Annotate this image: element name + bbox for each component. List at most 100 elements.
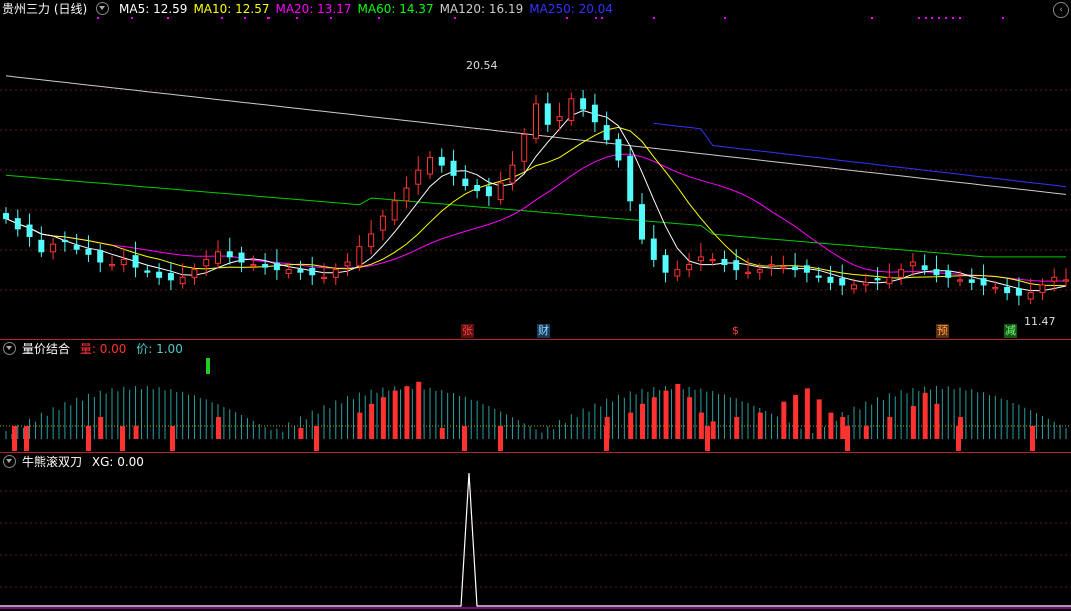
volume-bar [863, 425, 869, 439]
candle-body [851, 284, 857, 290]
ma10-line [5, 126, 1067, 287]
candle-body [285, 269, 292, 274]
candle-body [321, 276, 327, 280]
candle-body [179, 276, 186, 285]
ma-legend-item: MA10: 12.57 [193, 2, 270, 16]
candle-body [992, 287, 999, 290]
candle-body [132, 255, 139, 268]
volume-bar-neg [86, 426, 91, 451]
indicator-panel[interactable]: 牛熊滚双刀 XG: 0.00 [0, 453, 1071, 611]
high-price-label: 20.54 [466, 59, 498, 72]
candle-body [97, 250, 104, 263]
indicator-title[interactable]: 牛熊滚双刀 [22, 455, 82, 469]
candle-body [215, 251, 221, 264]
volume-bar [298, 428, 304, 439]
volume-bar-neg [12, 426, 17, 451]
dropdown-icon[interactable] [3, 455, 16, 468]
ma-legend: MA5: 12.59 MA10: 12.57 MA20: 13.17 MA60: 14… [119, 2, 619, 16]
candle-body [709, 258, 716, 262]
volume-bar [416, 381, 422, 439]
dropdown-icon[interactable] [3, 342, 16, 355]
ma60-line [5, 174, 1066, 258]
candle-body [1039, 284, 1046, 294]
volume-bar-neg [1030, 426, 1035, 451]
event-marker-2[interactable]: 财 [537, 324, 550, 338]
candle-body [497, 182, 504, 201]
candle-body [403, 187, 410, 202]
candle-body [533, 103, 539, 139]
signal-dot [653, 17, 655, 19]
candle-body [509, 164, 516, 184]
candle-body [109, 264, 115, 267]
candle-body [886, 276, 893, 285]
candle-body [450, 160, 457, 176]
volume-bar [357, 412, 363, 439]
candle-body [144, 270, 151, 273]
volume-bar [439, 428, 445, 439]
price-chart[interactable] [0, 0, 1071, 339]
signal-dot [871, 17, 873, 19]
event-marker-5[interactable]: 减 [1004, 324, 1017, 338]
volume-bar [828, 412, 834, 439]
volume-bar [840, 417, 846, 439]
candle-body [297, 269, 304, 273]
volume-liang-value: 量: 0.00 [79, 342, 127, 356]
candle-body [14, 218, 21, 230]
volume-bar [816, 399, 822, 439]
candle-body [485, 186, 492, 197]
candle-body [662, 255, 669, 273]
volume-panel[interactable]: 量价结合 量: 0.00 价: 1.00 [0, 340, 1071, 452]
candle-body [1027, 292, 1034, 300]
volume-bar [922, 392, 928, 439]
ma20-line [5, 153, 1067, 282]
candle-body [615, 139, 622, 161]
xg-signal-line [0, 472, 1071, 607]
signal-dot [1002, 17, 1004, 19]
candle-body [862, 281, 869, 286]
candle-body [544, 103, 551, 125]
indicator-chart[interactable] [0, 453, 1071, 611]
candle-body [344, 261, 351, 267]
candle-body [356, 246, 363, 267]
candle-body [556, 116, 563, 121]
candle-body [203, 258, 210, 267]
volume-bar [734, 417, 740, 439]
event-marker-4[interactable]: 预 [936, 324, 949, 338]
dropdown-icon[interactable] [96, 2, 110, 15]
candle-body [945, 270, 952, 278]
stock-title[interactable]: 贵州三力 (日线) [2, 2, 87, 16]
indicator-panel-header: 牛熊滚双刀 XG: 0.00 [0, 453, 150, 471]
candle-body [38, 239, 45, 253]
candle-body [697, 256, 704, 262]
event-marker-1[interactable]: 张 [461, 324, 474, 338]
expand-icon[interactable]: ‹ [1053, 2, 1069, 18]
candle-body [815, 275, 822, 278]
candle-body [521, 134, 528, 162]
ma-legend-item: MA60: 14.37 [357, 2, 434, 16]
candle-body [921, 265, 928, 271]
candle-body [438, 156, 445, 166]
candle-body [980, 278, 987, 286]
volume-bar-neg [845, 426, 850, 451]
candle-body [627, 155, 634, 202]
candle-body [3, 213, 9, 220]
candle-body [273, 262, 280, 271]
signal-dot [959, 17, 961, 19]
signal-dot [945, 17, 947, 19]
volume-indicator-title[interactable]: 量价结合 [22, 342, 70, 356]
price-panel[interactable]: 贵州三力 (日线) MA5: 12.59 MA10: 12.57 MA20: 13.… [0, 0, 1071, 339]
volume-bar [133, 425, 139, 439]
volume-bar [910, 406, 916, 439]
price-panel-header: 贵州三力 (日线) MA5: 12.59 MA10: 12.57 MA20: 13.… [0, 0, 625, 18]
candle-body [721, 258, 728, 266]
candle-body [792, 266, 799, 271]
event-marker-3[interactable]: $ [731, 324, 740, 338]
candle-body [309, 267, 316, 276]
candle-body [686, 264, 693, 271]
volume-bar [651, 397, 657, 439]
candle-body [262, 264, 269, 268]
candle-body [238, 252, 245, 263]
candle-body [768, 264, 775, 267]
candle-body [26, 224, 33, 237]
candle-body [603, 125, 610, 141]
